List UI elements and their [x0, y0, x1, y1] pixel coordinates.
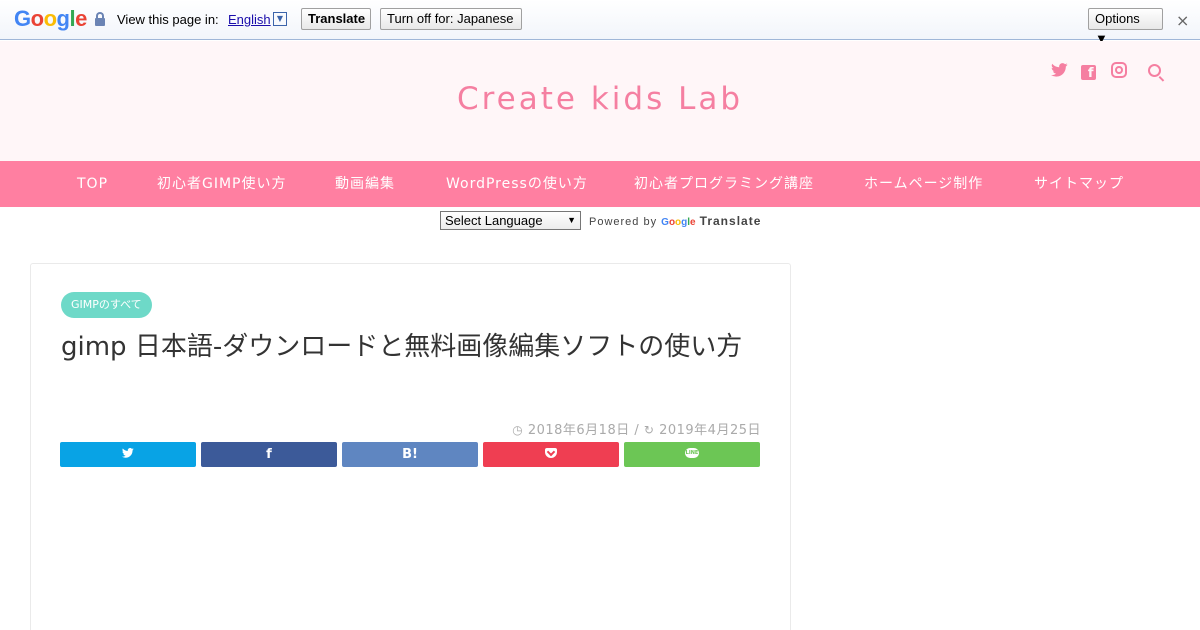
article-dates: ◷ 2018年6月18日 / ↻ 2019年4月25日 [61, 419, 761, 438]
updated-date: 2019年4月25日 [659, 423, 761, 438]
nav-item-video-editing[interactable]: 動画編集 [335, 161, 395, 207]
language-select[interactable]: Select Language ▼ [440, 211, 581, 230]
translate-prompt: View this page in: [117, 12, 219, 27]
article-title: gimp 日本語-ダウンロードと無料画像編集ソフトの使い方 [61, 332, 743, 362]
site-title[interactable]: Create kids Lab [0, 81, 1200, 117]
language-select-value: Select Language [445, 213, 543, 228]
instagram-icon[interactable] [1109, 62, 1129, 82]
language-dropdown-icon[interactable]: ▼ [273, 12, 287, 26]
clock-icon: ◷ [512, 423, 524, 437]
facebook-icon[interactable]: f [1078, 62, 1098, 82]
google-mini-logo: Google [661, 217, 696, 228]
target-language-link[interactable]: English [228, 12, 271, 27]
lock-icon [95, 12, 105, 26]
share-twitter-button[interactable] [60, 442, 196, 467]
options-button[interactable]: Options ▼ [1088, 8, 1163, 46]
twitter-icon [121, 448, 134, 458]
category-badge[interactable]: GIMPのすべて [61, 292, 152, 318]
translate-button[interactable]: Translate [301, 8, 371, 30]
pocket-icon [545, 448, 557, 458]
main-nav: TOP 初心者GIMP使い方 動画編集 WordPressの使い方 初心者プログ… [0, 161, 1200, 207]
published-date: 2018年6月18日 [527, 423, 630, 438]
chevron-down-icon: ▼ [567, 215, 576, 225]
close-icon[interactable]: × [1176, 11, 1189, 30]
nav-item-homepage[interactable]: ホームページ制作 [864, 161, 983, 207]
google-translate-bar: Google View this page in: English ▼ Tran… [0, 0, 1200, 46]
translate-link[interactable]: Translate [700, 214, 762, 228]
google-logo: Google [14, 6, 87, 31]
share-hatena-button[interactable]: B! [342, 442, 478, 467]
refresh-icon: ↻ [643, 423, 655, 437]
share-facebook-button[interactable]: f [201, 442, 337, 467]
article-card: GIMPのすべて gimp 日本語-ダウンロードと無料画像編集ソフトの使い方 ◷… [30, 263, 791, 630]
nav-item-wordpress[interactable]: WordPressの使い方 [446, 161, 588, 207]
share-pocket-button[interactable] [483, 442, 619, 467]
nav-item-programming[interactable]: 初心者プログラミング講座 [634, 161, 814, 207]
date-separator: / [634, 423, 640, 438]
powered-by-google: Powered by Google Translate [589, 214, 762, 228]
site-header: Create kids Lab f [0, 41, 1200, 161]
line-icon: LINE [685, 448, 699, 458]
share-line-button[interactable]: LINE [624, 442, 760, 467]
turn-off-button[interactable]: Turn off for: Japanese [380, 8, 522, 30]
nav-item-top[interactable]: TOP [77, 161, 108, 207]
nav-item-gimp[interactable]: 初心者GIMP使い方 [157, 161, 287, 207]
nav-item-sitemap[interactable]: サイトマップ [1034, 161, 1124, 207]
twitter-icon[interactable] [1049, 62, 1069, 82]
search-icon[interactable] [1144, 62, 1164, 82]
